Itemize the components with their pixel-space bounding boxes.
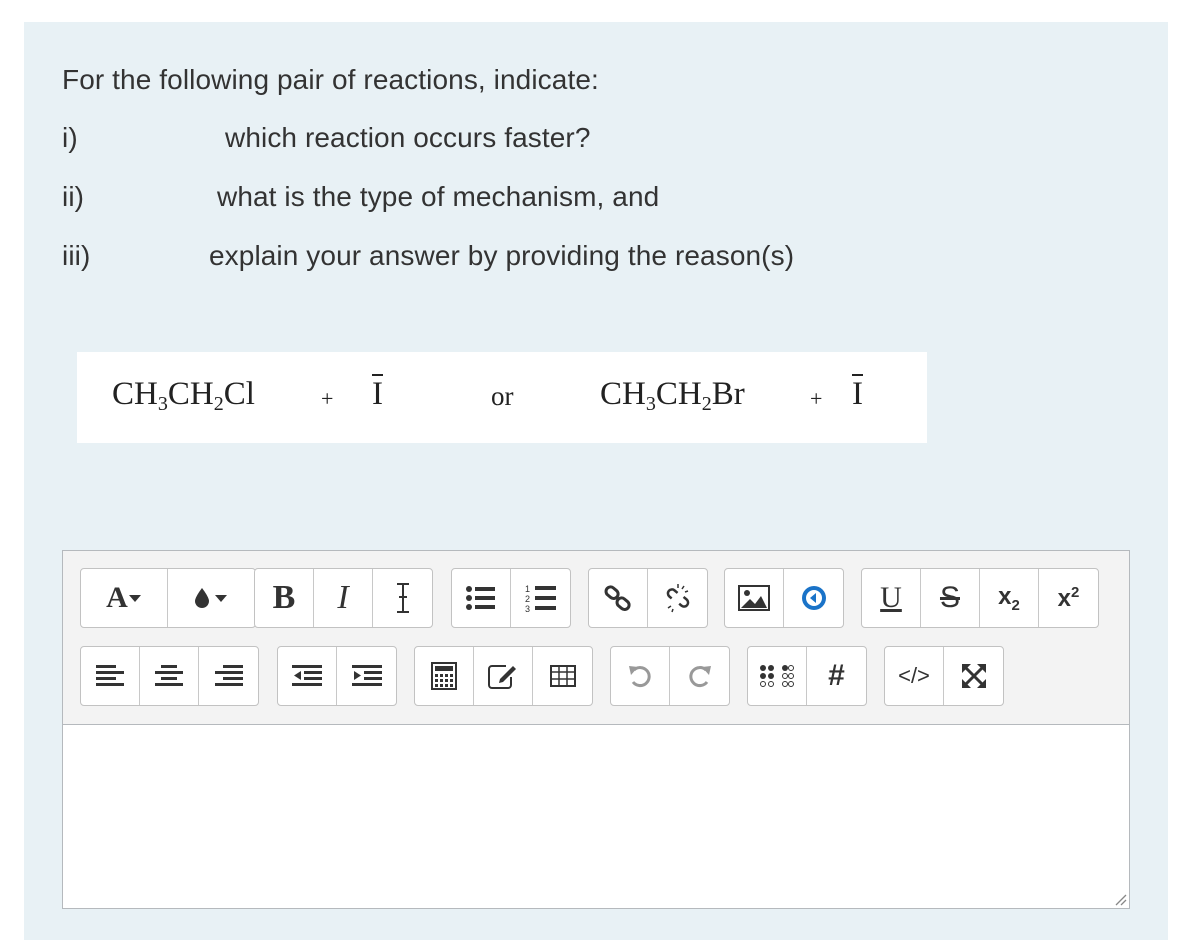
item-text: explain your answer by providing the rea…	[209, 240, 795, 271]
iodide-nucleophile: I	[852, 376, 863, 412]
link-icon	[604, 585, 631, 611]
reactant-ethyl-bromide: CH3CH2Br	[600, 376, 745, 415]
item-number: ii)	[62, 181, 85, 212]
svg-text:2: 2	[525, 594, 530, 604]
html-source-button[interactable]: </>	[885, 647, 944, 705]
indent-group	[277, 646, 397, 706]
caret-down-icon	[128, 595, 141, 602]
indent-button[interactable]	[337, 647, 396, 705]
subscript-button[interactable]: x2	[980, 569, 1039, 627]
ordered-list-button[interactable]: 1 2 3	[511, 569, 570, 627]
clear-formatting-button[interactable]	[373, 569, 432, 627]
plus-sign: +	[321, 386, 334, 411]
align-right-icon	[214, 665, 243, 686]
media-play-icon	[801, 586, 826, 610]
question-intro: For the following pair of reactions, ind…	[62, 64, 599, 95]
underline-button[interactable]: U	[862, 569, 921, 627]
fullscreen-button[interactable]	[944, 647, 1003, 705]
background-color-button[interactable]	[168, 569, 255, 627]
media-group	[724, 568, 844, 628]
bullet-list-icon	[466, 586, 495, 610]
numbered-list-icon: 1 2 3	[525, 584, 556, 613]
item-number: i)	[62, 122, 78, 153]
outdent-button[interactable]	[278, 647, 337, 705]
text-style-group: B I	[254, 568, 433, 628]
align-group	[80, 646, 259, 706]
insert-media-button[interactable]	[784, 569, 843, 627]
undo-button[interactable]	[611, 647, 670, 705]
redo-button[interactable]	[670, 647, 729, 705]
history-group	[610, 646, 730, 706]
insert-image-button[interactable]	[725, 569, 784, 627]
edit-icon	[488, 665, 516, 689]
item-text: what is the type of mechanism, and	[217, 181, 660, 212]
item-number: iii)	[62, 240, 91, 271]
resize-handle-icon[interactable]	[1113, 892, 1127, 906]
view-group: </>	[884, 646, 1004, 706]
redo-icon	[688, 666, 711, 687]
undo-icon	[629, 666, 651, 687]
accessibility-group: #	[747, 646, 867, 706]
accessibility-checker-button[interactable]	[748, 647, 807, 705]
caret-down-icon	[214, 595, 227, 602]
strikethrough-button[interactable]: S	[921, 569, 980, 627]
outdent-icon	[292, 665, 322, 686]
table-icon	[549, 665, 576, 687]
image-icon	[738, 585, 770, 611]
unordered-list-button[interactable]	[452, 569, 511, 627]
editor-toolbar: A B I 1 2 3 U S x2 x2 # </>	[63, 551, 1129, 725]
unlink-button[interactable]	[648, 569, 707, 627]
text-cursor-icon	[396, 583, 409, 613]
calculator-icon	[431, 662, 457, 690]
equation-editor-button[interactable]	[415, 647, 474, 705]
reactant-ethyl-chloride: CH3CH2Cl	[112, 376, 255, 415]
color-group: A	[80, 568, 256, 628]
special-characters-button[interactable]: #	[807, 647, 866, 705]
insert-group	[414, 646, 593, 706]
answer-textarea[interactable]	[63, 725, 1129, 908]
align-left-button[interactable]	[81, 647, 140, 705]
expand-icon	[961, 664, 986, 688]
or-text: or	[491, 381, 514, 411]
list-group: 1 2 3	[451, 568, 571, 628]
drop-icon	[194, 588, 209, 608]
insert-table-button[interactable]	[533, 647, 592, 705]
align-left-icon	[96, 665, 124, 686]
script-group: U S x2 x2	[861, 568, 1099, 628]
link-group	[588, 568, 708, 628]
align-center-button[interactable]	[140, 647, 199, 705]
braille-icon	[760, 665, 794, 687]
align-right-button[interactable]	[199, 647, 258, 705]
svg-text:3: 3	[525, 604, 530, 613]
bold-button[interactable]: B	[255, 569, 314, 627]
plus-sign: +	[810, 386, 823, 411]
item-text: which reaction occurs faster?	[225, 122, 591, 153]
align-center-icon	[155, 665, 183, 686]
font-color-button[interactable]: A	[81, 569, 168, 627]
iodide-nucleophile: I	[372, 376, 383, 412]
link-button[interactable]	[589, 569, 648, 627]
unlink-icon	[666, 584, 689, 613]
superscript-button[interactable]: x2	[1039, 569, 1098, 627]
svg-text:1: 1	[525, 584, 530, 594]
manage-files-button[interactable]	[474, 647, 533, 705]
indent-icon	[351, 665, 382, 686]
italic-button[interactable]: I	[314, 569, 373, 627]
rich-text-editor: A B I 1 2 3 U S x2 x2 # </>	[62, 550, 1130, 909]
